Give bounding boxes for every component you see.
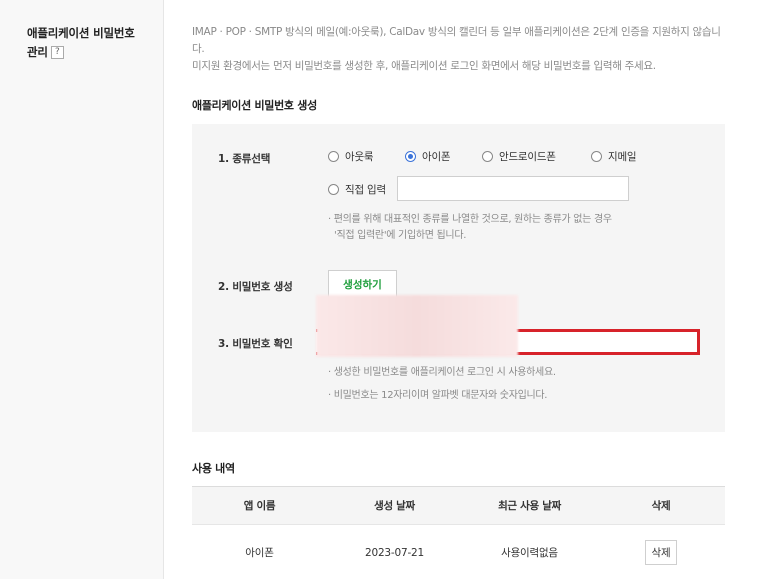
usage-history-table: 앱 이름 생성 날짜 최근 사용 날짜 삭제 아이폰 2023-07-21 사용…	[192, 486, 725, 579]
delete-button[interactable]: 삭제	[644, 540, 678, 566]
step2-label: 2. 비밀번호 생성	[218, 281, 293, 293]
step3-label: 3. 비밀번호 확인	[218, 338, 293, 350]
radio-button-icon	[482, 151, 493, 162]
type-note: · 편의를 위해 대표적인 종류를 나열한 것으로, 원하는 종류가 없는 경우…	[328, 212, 612, 244]
column-header: 최근 사용 날짜	[462, 486, 597, 525]
radio-button-icon	[591, 151, 602, 162]
column-header: 앱 이름	[192, 486, 327, 525]
settings-sidebar	[0, 0, 164, 579]
radio-direct-input[interactable]: 직접 입력	[328, 182, 386, 197]
generate-title: 애플리케이션 비밀번호 생성	[192, 99, 317, 112]
type-note-line2: '직접 입력란'에 기입하면 됩니다.	[334, 230, 467, 241]
radio-label: 아웃룩	[345, 151, 374, 163]
radio-label: 지메일	[608, 151, 637, 163]
radio-button-icon	[328, 151, 339, 162]
column-header: 생성 날짜	[327, 486, 462, 525]
column-header: 삭제	[597, 486, 725, 525]
description-line2: 미지원 환경에서는 먼저 비밀번호를 생성한 후, 애플리케이션 로그인 화면에…	[192, 60, 656, 72]
description: IMAP · POP · SMTP 방식의 메일(예:아웃룩), CalDav …	[192, 24, 732, 75]
radio-android[interactable]: 안드로이드폰	[482, 149, 556, 164]
section-title: 애플리케이션 비밀번호 관리?	[27, 24, 135, 62]
direct-input-field[interactable]	[397, 176, 629, 201]
description-line1: IMAP · POP · SMTP 방식의 메일(예:아웃룩), CalDav …	[192, 26, 721, 55]
redaction-blur	[316, 295, 518, 357]
radio-label: 안드로이드폰	[499, 151, 556, 163]
usage-history-title: 사용 내역	[192, 462, 235, 475]
table-row: 아이폰 2023-07-21 사용이력없음 삭제	[192, 525, 725, 579]
radio-selected-icon	[405, 151, 416, 162]
section-title-line2: 관리	[27, 45, 48, 59]
radio-outlook[interactable]: 아웃룩	[328, 149, 374, 164]
password-generation-panel: 1. 종류선택 아웃룩 아이폰 안드로이드폰 지메일 직접 입력 · 편의를 위…	[192, 124, 725, 432]
radio-label: 아이폰	[422, 151, 451, 163]
radio-gmail[interactable]: 지메일	[591, 149, 637, 164]
radio-button-icon	[328, 184, 339, 195]
delete-cell: 삭제	[597, 525, 725, 579]
radio-iphone[interactable]: 아이폰	[405, 149, 451, 164]
help-icon[interactable]: ?	[50, 46, 64, 59]
usage-note: · 생성한 비밀번호를 애플리케이션 로그인 시 사용하세요.	[328, 367, 556, 378]
created-date-cell: 2023-07-21	[364, 546, 425, 559]
radio-label: 직접 입력	[345, 184, 386, 196]
step1-label: 1. 종류선택	[218, 153, 271, 165]
last-used-cell: 사용이력없음	[501, 547, 558, 560]
format-note: · 비밀번호는 12자리이며 알파벳 대문자와 숫자입니다.	[328, 390, 548, 401]
type-note-line1: · 편의를 위해 대표적인 종류를 나열한 것으로, 원하는 종류가 없는 경우	[328, 214, 612, 225]
app-name-cell: 아이폰	[245, 547, 274, 560]
table-header-row: 앱 이름 생성 날짜 최근 사용 날짜 삭제	[192, 486, 725, 525]
section-title-line1: 애플리케이션 비밀번호	[27, 26, 135, 40]
